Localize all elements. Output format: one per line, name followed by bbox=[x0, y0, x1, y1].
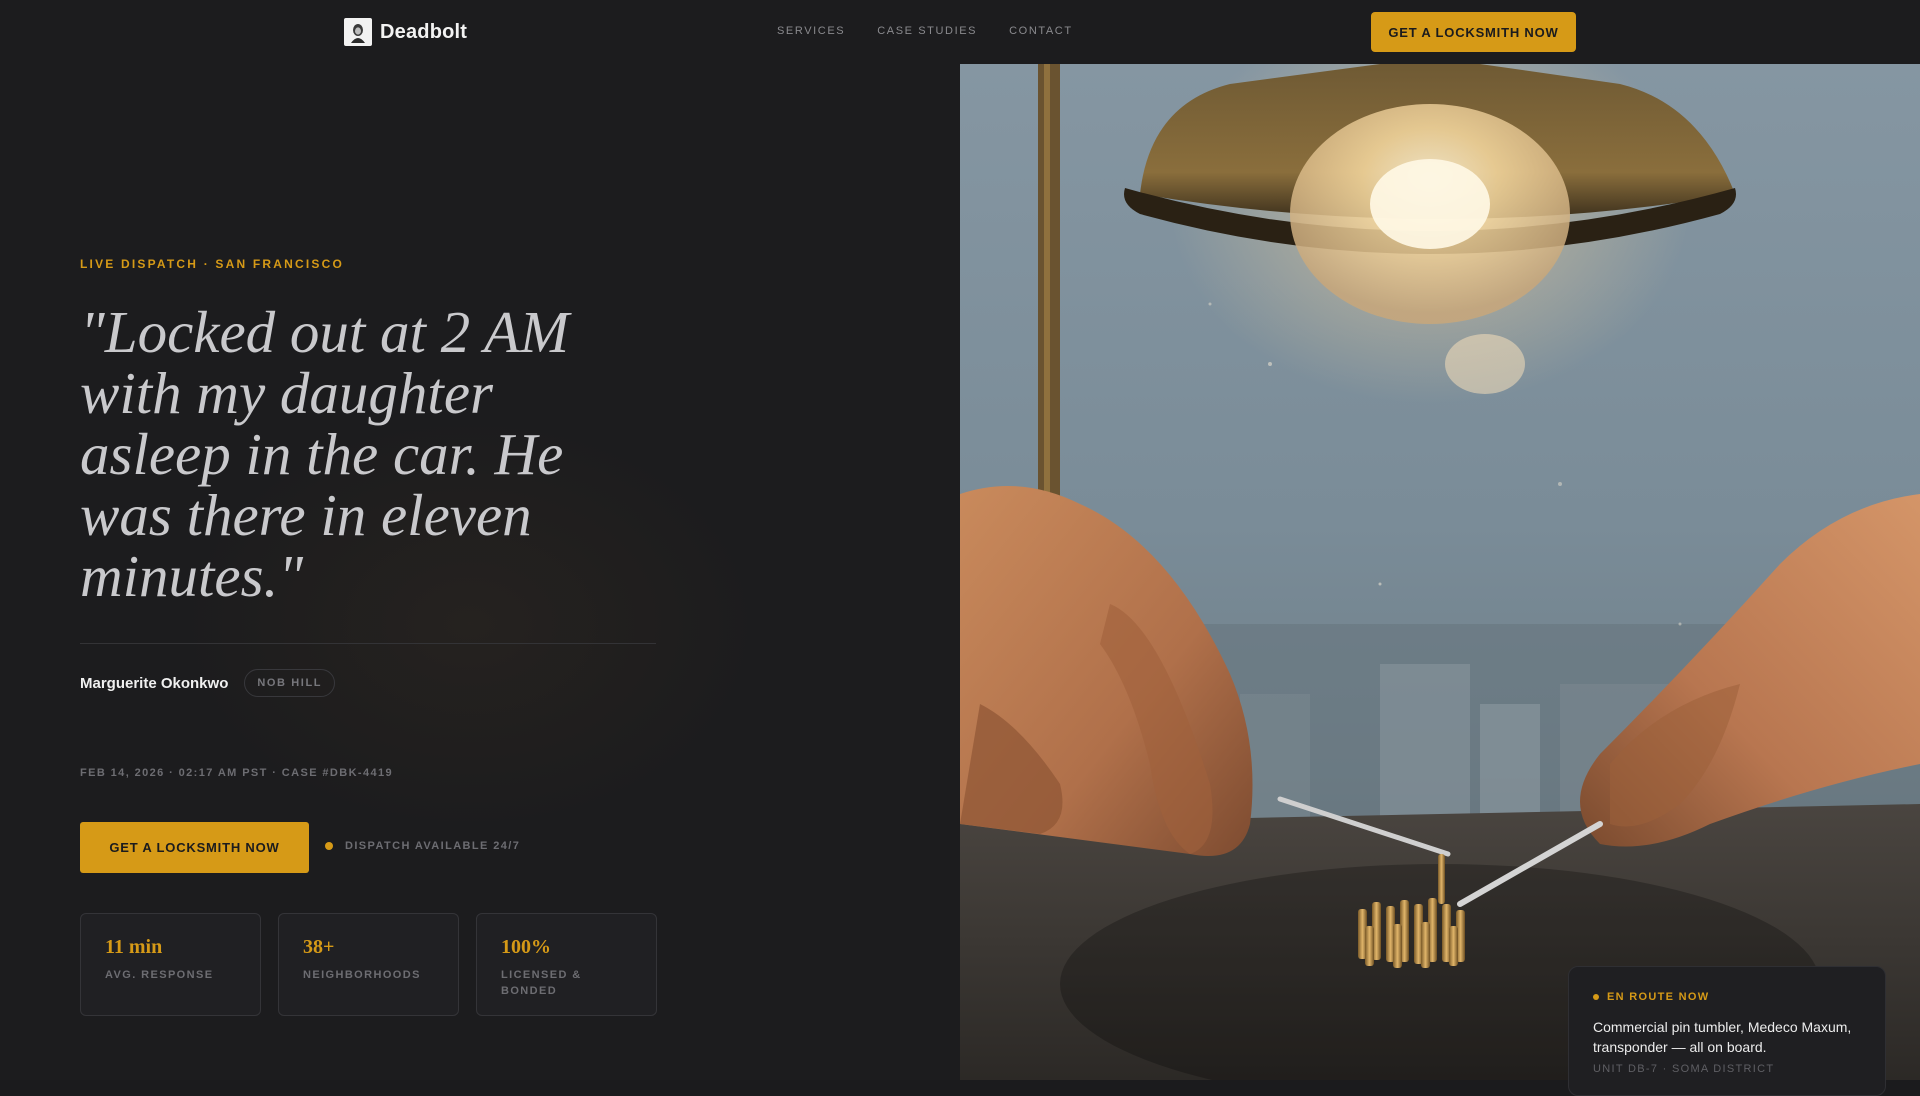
divider bbox=[80, 643, 656, 644]
case-meta: FEB 14, 2026 · 02:17 AM PST · CASE #DBK-… bbox=[80, 767, 394, 779]
en-route-header: EN ROUTE NOW bbox=[1593, 991, 1861, 1003]
stats-row: 11 min AVG. RESPONSE 38+ NEIGHBORHOODS 1… bbox=[80, 913, 657, 1016]
hero-photo bbox=[960, 64, 1920, 1080]
neighborhood-badge: NOB HILL bbox=[244, 669, 336, 697]
top-nav: Deadbolt SERVICES CASE STUDIES CONTACT G… bbox=[0, 0, 1920, 64]
stat-value: 38+ bbox=[303, 936, 335, 958]
en-route-unit: UNIT DB-7 · SOMA DISTRICT bbox=[1593, 1063, 1775, 1075]
stat-card: 11 min AVG. RESPONSE bbox=[80, 913, 261, 1016]
status-dot-icon bbox=[325, 842, 333, 850]
stat-label: AVG. RESPONSE bbox=[105, 969, 214, 981]
author-name: Marguerite Okonkwo bbox=[80, 674, 229, 692]
author-row: Marguerite Okonkwo NOB HILL bbox=[80, 669, 336, 697]
nav-link-contact[interactable]: CONTACT bbox=[1009, 25, 1073, 37]
nav-link-case-studies[interactable]: CASE STUDIES bbox=[877, 25, 977, 37]
stat-card: 38+ NEIGHBORHOODS bbox=[278, 913, 459, 1016]
availability-text: DISPATCH AVAILABLE 24/7 bbox=[345, 840, 521, 852]
stat-value: 100% bbox=[501, 936, 551, 958]
nav-link-services[interactable]: SERVICES bbox=[777, 25, 845, 37]
brand-logo-icon bbox=[344, 18, 372, 46]
brand[interactable]: Deadbolt bbox=[344, 18, 467, 46]
en-route-dot-icon bbox=[1593, 994, 1599, 1000]
nav-get-locksmith-button[interactable]: GET A LOCKSMITH NOW bbox=[1371, 12, 1576, 52]
brand-name: Deadbolt bbox=[380, 20, 468, 43]
en-route-title: EN ROUTE NOW bbox=[1607, 991, 1710, 1003]
stat-label: NEIGHBORHOODS bbox=[303, 969, 421, 981]
en-route-description: Commercial pin tumbler, Medeco Maxum, tr… bbox=[1593, 1019, 1852, 1055]
hero-eyebrow: LIVE DISPATCH · SAN FRANCISCO bbox=[80, 257, 345, 271]
hero-left: LIVE DISPATCH · SAN FRANCISCO "Locked ou… bbox=[0, 64, 960, 1080]
en-route-card: EN ROUTE NOW Commercial pin tumbler, Med… bbox=[1568, 966, 1886, 1096]
nav-links: SERVICES CASE STUDIES CONTACT bbox=[777, 25, 1073, 37]
availability-indicator: DISPATCH AVAILABLE 24/7 bbox=[325, 840, 520, 852]
stat-card: 100% LICENSED & BONDED bbox=[476, 913, 657, 1016]
hero-get-locksmith-button[interactable]: GET A LOCKSMITH NOW bbox=[80, 822, 309, 873]
stat-label: LICENSED & BONDED bbox=[501, 969, 582, 997]
stat-value: 11 min bbox=[105, 936, 163, 958]
locksmith-photo-image bbox=[960, 64, 1920, 1080]
testimonial-quote: "Locked out at 2 AM with my daughter asl… bbox=[80, 299, 570, 609]
